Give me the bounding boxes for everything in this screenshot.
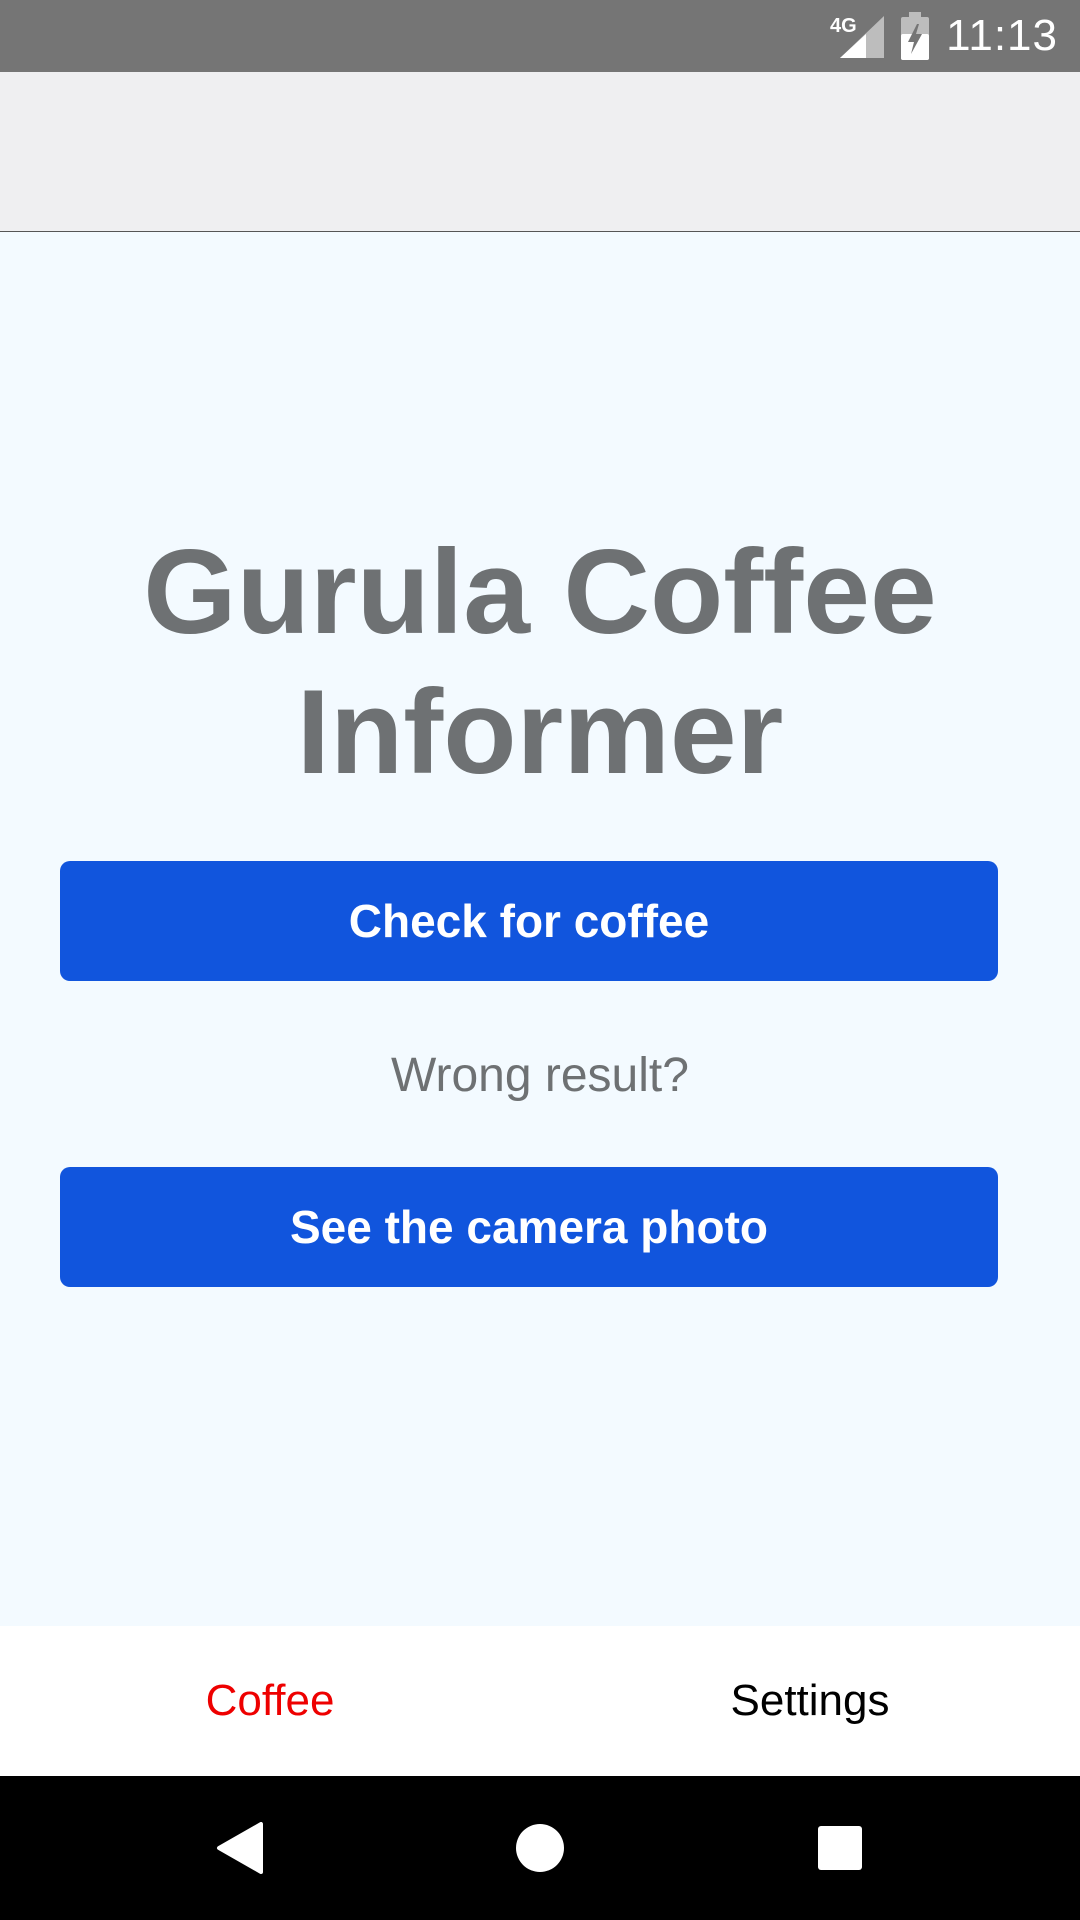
tab-coffee[interactable]: Coffee — [0, 1626, 540, 1776]
recents-button[interactable] — [790, 1798, 890, 1898]
check-for-coffee-button[interactable]: Check for coffee — [60, 861, 998, 981]
status-bar: 4G 11:13 — [0, 0, 1080, 72]
app-header — [0, 72, 1080, 232]
wrong-result-link[interactable]: Wrong result? — [0, 1048, 1080, 1103]
home-button[interactable] — [490, 1798, 590, 1898]
network-signal-icon: 4G — [828, 12, 885, 60]
main-content: Gurula Coffee Informer Check for coffee … — [0, 232, 1080, 1626]
battery-charging-icon — [900, 12, 930, 60]
status-time: 11:13 — [946, 11, 1058, 60]
home-icon — [516, 1824, 564, 1872]
tab-settings[interactable]: Settings — [540, 1626, 1080, 1776]
system-nav-bar — [0, 1776, 1080, 1920]
check-for-coffee-button-label: Check for coffee — [348, 895, 710, 947]
see-camera-photo-button-label: See the camera photo — [289, 1201, 769, 1253]
network-type-label: 4G — [830, 15, 857, 37]
see-camera-photo-button[interactable]: See the camera photo — [60, 1167, 998, 1287]
recents-icon — [818, 1826, 862, 1870]
bottom-tab-bar: Coffee Settings — [0, 1626, 1080, 1776]
app-screen: 4G 11:13 Gurula Coffee Informer Check fo… — [0, 0, 1080, 1920]
back-icon — [217, 1822, 263, 1874]
app-title: Gurula Coffee Informer — [143, 525, 937, 799]
tab-settings-label: Settings — [730, 1676, 890, 1725]
tab-coffee-label: Coffee — [205, 1676, 335, 1725]
back-button[interactable] — [190, 1798, 290, 1898]
status-icons: 4G 11:13 — [828, 0, 1058, 72]
